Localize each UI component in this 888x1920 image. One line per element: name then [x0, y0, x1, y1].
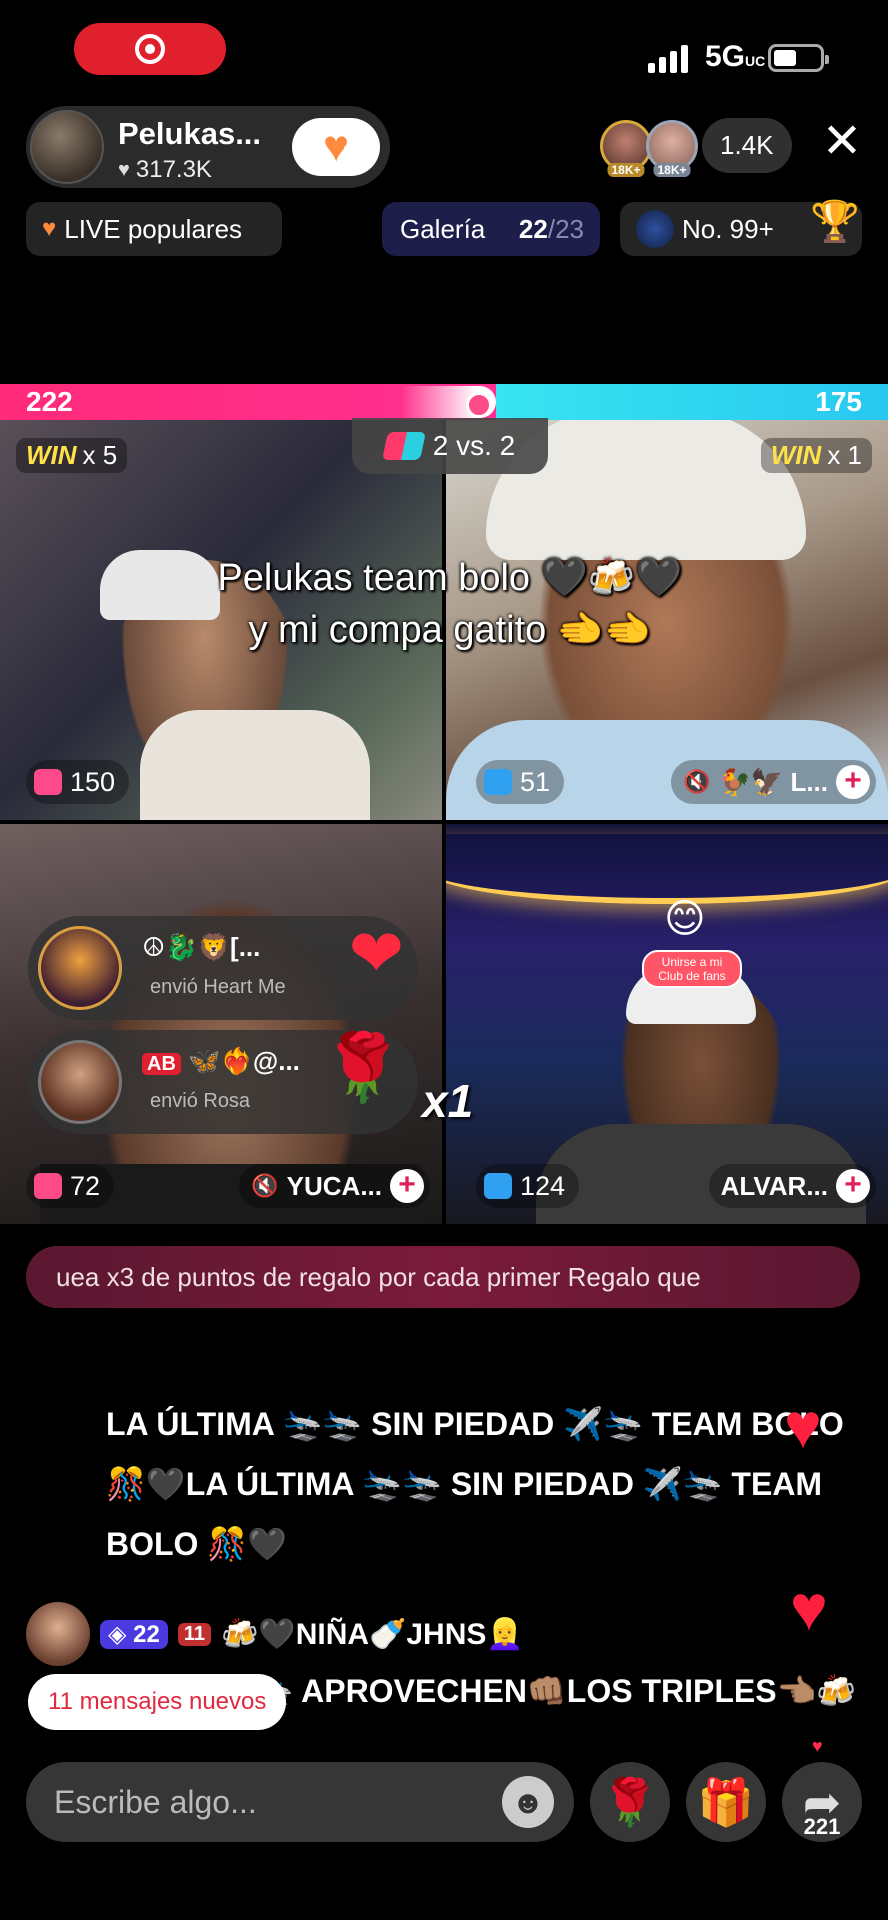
rose-gift-button[interactable]: 🌹: [590, 1762, 670, 1842]
follow-guest-button[interactable]: +: [836, 1169, 870, 1203]
gift-notification[interactable]: ☮🐉🦁[... envió Heart Me ❤: [28, 916, 418, 1020]
fan-badge: 11: [177, 1622, 211, 1646]
fan-club-icon: 😊: [664, 897, 706, 941]
level-badge: ◈ 22: [100, 1619, 168, 1649]
team-right-bar: 175: [496, 384, 888, 420]
guest-tile-4[interactable]: 😊 Unirse a mi Club de fans 124 ALVAR... …: [446, 824, 888, 1224]
team-left-score: 222: [26, 386, 73, 417]
muted-icon: 🔇: [683, 769, 711, 794]
guest-user-label[interactable]: 🔇 🐓🦅 L... +: [671, 760, 876, 804]
rose-gift-icon: 🌹: [321, 1030, 404, 1104]
gift-action: envió Rosa: [150, 1090, 251, 1112]
promo-banner[interactable]: uea x3 de puntos de regalo por cada prim…: [26, 1246, 860, 1308]
record-icon: [135, 34, 165, 64]
battle-score-bar: 222 175: [0, 384, 888, 420]
comment-box[interactable]: ☻: [26, 1762, 574, 1842]
signal-strength-icon: [648, 45, 688, 73]
battle-mode-badge[interactable]: 2 vs. 2: [352, 418, 548, 474]
close-icon[interactable]: ✕: [818, 118, 866, 168]
new-messages-button[interactable]: 11 mensajes nuevos: [28, 1674, 287, 1730]
ranking-chip[interactable]: No. 99+ 🏆: [620, 200, 862, 256]
top-viewers: 18K+ 18K+ 1.4K: [600, 118, 792, 177]
guest-score: 72: [26, 1164, 115, 1208]
fan-club-button[interactable]: ♥ 1: [292, 118, 380, 176]
screen-recording-indicator[interactable]: [74, 23, 226, 75]
chat-feed[interactable]: LA ÚLTIMA 🛬🛬 SIN PIEDAD ✈️🛬 TEAM BOLO 🎊🖤…: [0, 1380, 888, 1710]
share-count: 221: [803, 1814, 841, 1839]
chat-user-avatar[interactable]: [26, 1602, 90, 1666]
heart-icon: ♥: [118, 158, 130, 181]
network-label: 5GUC: [705, 40, 766, 73]
guest-tile-3[interactable]: 72 🔇 YUCA... +: [0, 824, 442, 1224]
top-viewer-avatar[interactable]: 18K+: [646, 119, 698, 177]
status-bar: 5GUC: [0, 0, 888, 110]
follow-guest-button[interactable]: +: [390, 1169, 424, 1203]
chat-message: ◈ 22 11 🍻🖤NIÑA🍼JHNS👱‍♀️: [26, 1602, 524, 1666]
guest-score: 150: [26, 760, 130, 804]
sender-name: AB 🦋❤️‍🔥@...: [142, 1046, 300, 1077]
versus-icon: [381, 432, 426, 460]
win-streak-badge: WIN x 1: [760, 438, 872, 473]
heart-gift-icon: ❤: [348, 916, 404, 990]
sender-avatar: [38, 1040, 122, 1124]
gift-button[interactable]: 🎁: [686, 1762, 766, 1842]
trophy-icon: 🏆: [810, 200, 860, 244]
gallery-count: 22/23: [518, 213, 584, 244]
team-left-bar: 222: [0, 384, 497, 420]
share-button[interactable]: ➦ 221: [782, 1762, 862, 1842]
gallery-chip[interactable]: Galería 22/23: [382, 202, 600, 256]
gift-notification[interactable]: AB 🦋❤️‍🔥@... envió Rosa 🌹: [28, 1030, 418, 1134]
team-right-score: 175: [815, 386, 862, 417]
heart-icon: ♥: [812, 1736, 823, 1756]
host-name: Pelukas...: [118, 116, 262, 151]
guest-user-label[interactable]: 🔇 YUCA... +: [239, 1164, 430, 1208]
live-popular-chip[interactable]: ♥ LIVE populares: [26, 202, 282, 256]
fan-heart-icon: ♥ 1: [322, 122, 351, 171]
fan-club-badge[interactable]: Unirse a mi Club de fans: [642, 950, 742, 988]
bottom-bar: ☻ 🌹 🎁 ➦ 221: [0, 1758, 888, 1848]
guest-score: 124: [476, 1164, 580, 1208]
stream-caption: Pelukas team bolo 🖤🍻🖤 y mi compa gatito …: [217, 557, 683, 651]
host-likes-count: 317.3K: [135, 156, 212, 183]
gift-points-icon: [34, 769, 62, 795]
guest-score: 51: [476, 760, 565, 804]
gift-points-icon: [34, 1173, 62, 1199]
sender-avatar: [38, 926, 122, 1010]
guest-user-label[interactable]: ALVAR... +: [708, 1164, 876, 1208]
win-streak-badge: WIN x 5: [16, 438, 128, 473]
battery-icon: [768, 44, 829, 72]
gift-action: envió Heart Me: [150, 976, 286, 998]
heart-icon: ♥: [784, 1390, 822, 1462]
gift-points-icon: [484, 1173, 512, 1199]
heart-icon: ♥: [42, 215, 57, 242]
host-likes: ♥ 317.3K: [118, 156, 212, 184]
emoji-icon[interactable]: ☻: [502, 1776, 554, 1828]
chat-message: LA ÚLTIMA 🛬🛬 SIN PIEDAD ✈️🛬 TEAM BOLO 🎊🖤…: [106, 1406, 844, 1562]
follow-guest-button[interactable]: +: [836, 765, 870, 799]
chat-username[interactable]: 🍻🖤NIÑA🍼JHNS👱‍♀️: [221, 1617, 524, 1652]
score-divider-icon: [400, 386, 497, 418]
gift-multiplier: x1: [422, 1075, 474, 1127]
sender-name: ☮🐉🦁[...: [142, 932, 261, 962]
host-avatar[interactable]: [30, 110, 104, 184]
comment-input[interactable]: [54, 1762, 494, 1842]
muted-icon: 🔇: [251, 1173, 279, 1198]
top-viewer-avatar[interactable]: 18K+: [600, 119, 652, 177]
viewer-count-button[interactable]: 1.4K: [702, 118, 792, 173]
gift-icon: 🎁: [697, 1775, 755, 1828]
rose-icon: 🌹: [601, 1775, 659, 1828]
heart-icon: ♥: [790, 1572, 828, 1644]
rank-avatar-icon: [636, 210, 674, 248]
host-card[interactable]: Pelukas... ♥ 317.3K ♥ 1: [26, 106, 390, 188]
gift-points-icon: [484, 769, 512, 795]
